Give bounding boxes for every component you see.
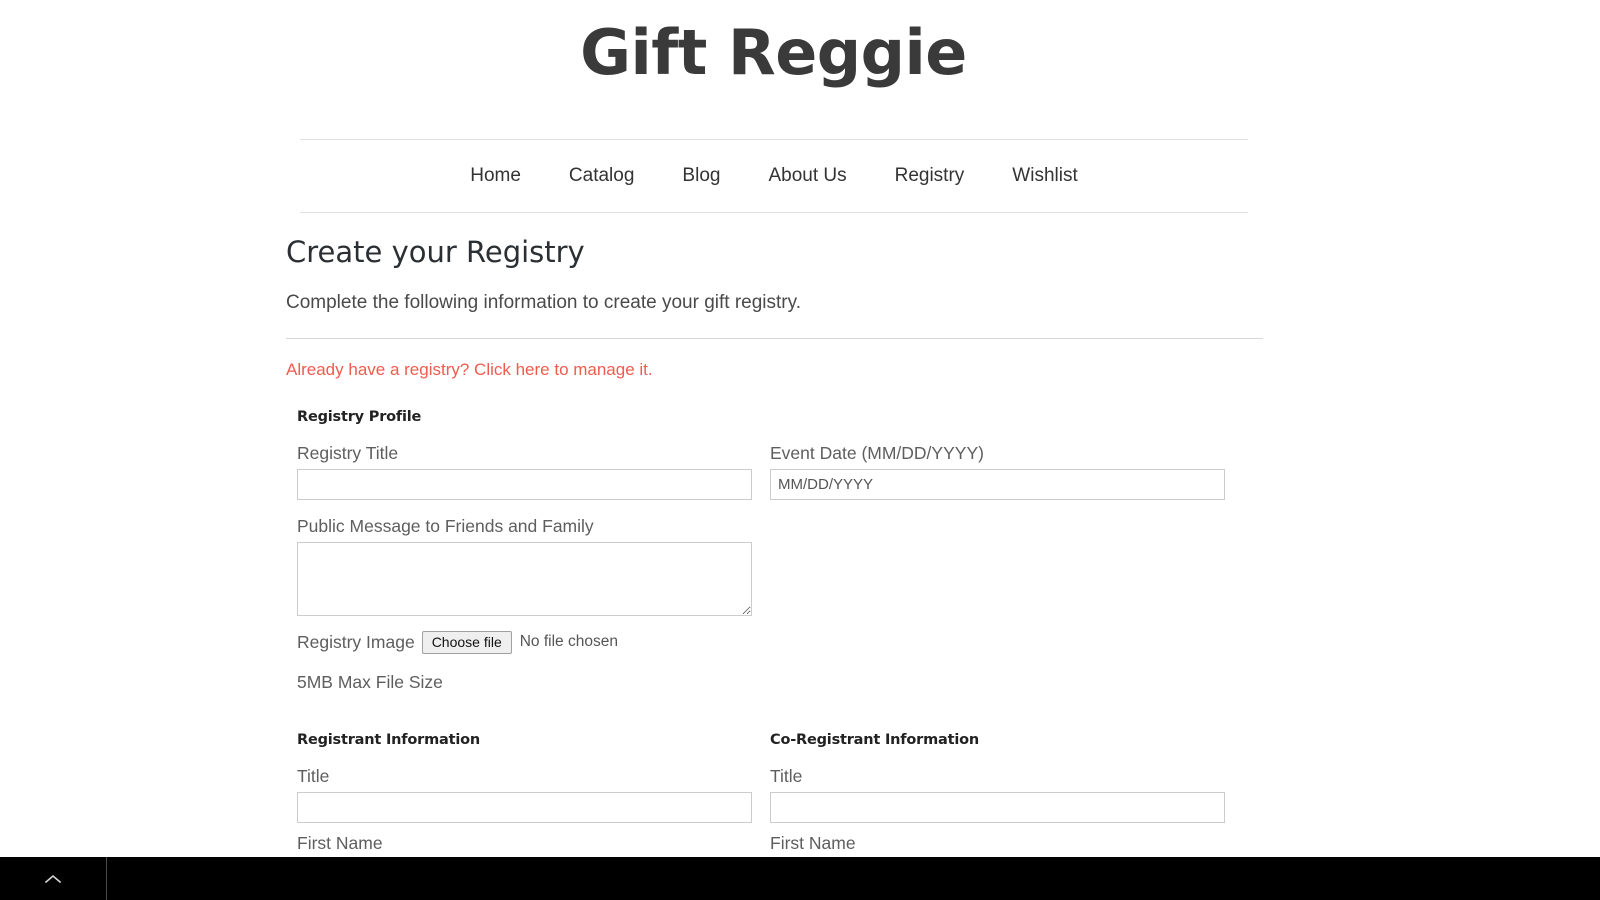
- section-heading-registrant: Registrant Information: [297, 732, 480, 748]
- site-title: Gift Reggie: [580, 16, 967, 89]
- field-registry-title: Registry Title: [297, 441, 752, 500]
- field-co-registrant-title: Title: [770, 764, 1225, 823]
- main-navigation: Home Catalog Blog About Us Registry Wish…: [300, 139, 1248, 213]
- file-status-text: No file chosen: [519, 633, 618, 650]
- page-title: Create your Registry: [286, 235, 585, 269]
- registrant-title-input[interactable]: [297, 792, 752, 823]
- section-heading-registry-profile: Registry Profile: [297, 409, 422, 425]
- label-registry-title: Registry Title: [297, 443, 399, 463]
- nav-item-wishlist[interactable]: Wishlist: [988, 164, 1101, 188]
- section-heading-co-registrant: Co-Registrant Information: [770, 732, 979, 748]
- label-public-message: Public Message to Friends and Family: [297, 516, 594, 536]
- label-registry-image: Registry Image: [297, 632, 415, 652]
- registry-image-row: Registry Image Choose file No file chose…: [297, 630, 1237, 654]
- label-co-registrant-first-name: First Name: [770, 833, 856, 853]
- nav-item-registry[interactable]: Registry: [871, 164, 989, 188]
- choose-file-button[interactable]: Choose file: [421, 630, 512, 654]
- nav-item-home[interactable]: Home: [446, 164, 545, 188]
- nav-item-catalog[interactable]: Catalog: [545, 164, 659, 188]
- label-co-registrant-title: Title: [770, 766, 803, 786]
- spacer-col: [770, 514, 1225, 616]
- max-file-size-text: 5MB Max File Size: [297, 672, 443, 692]
- event-date-input[interactable]: [770, 469, 1225, 500]
- content-divider: [286, 338, 1263, 339]
- field-public-message: Public Message to Friends and Family: [297, 514, 752, 616]
- main-content: Create your Registry Complete the follow…: [286, 232, 1286, 900]
- nav-list: Home Catalog Blog About Us Registry Wish…: [300, 140, 1248, 212]
- chevron-up-icon: [45, 874, 61, 884]
- registry-form: Registry Profile Registry Title Event Da…: [297, 407, 1237, 900]
- registry-title-input[interactable]: [297, 469, 752, 500]
- manage-registry-link[interactable]: Already have a registry? Click here to m…: [286, 358, 653, 381]
- row-title-date: Registry Title Event Date (MM/DD/YYYY): [297, 441, 1237, 500]
- field-event-date: Event Date (MM/DD/YYYY): [770, 441, 1225, 500]
- intro-text: Complete the following information to cr…: [286, 292, 801, 313]
- label-registrant-title: Title: [297, 766, 330, 786]
- label-registrant-first-name: First Name: [297, 833, 383, 853]
- scroll-up-button[interactable]: [0, 857, 107, 900]
- row-public-message: Public Message to Friends and Family: [297, 514, 1237, 616]
- label-event-date: Event Date (MM/DD/YYYY): [770, 443, 984, 463]
- nav-item-blog[interactable]: Blog: [658, 164, 744, 188]
- bottom-toolbar: [0, 857, 1600, 900]
- public-message-textarea[interactable]: [297, 542, 752, 616]
- page-root: Gift Reggie Home Catalog Blog About Us R…: [0, 0, 1600, 900]
- row-titles: Title Title: [297, 764, 1237, 823]
- row-section-headings: Registrant Information Co-Registrant Inf…: [297, 730, 1237, 764]
- nav-item-about-us[interactable]: About Us: [744, 164, 870, 188]
- field-registrant-title: Title: [297, 764, 752, 823]
- co-registrant-title-input[interactable]: [770, 792, 1225, 823]
